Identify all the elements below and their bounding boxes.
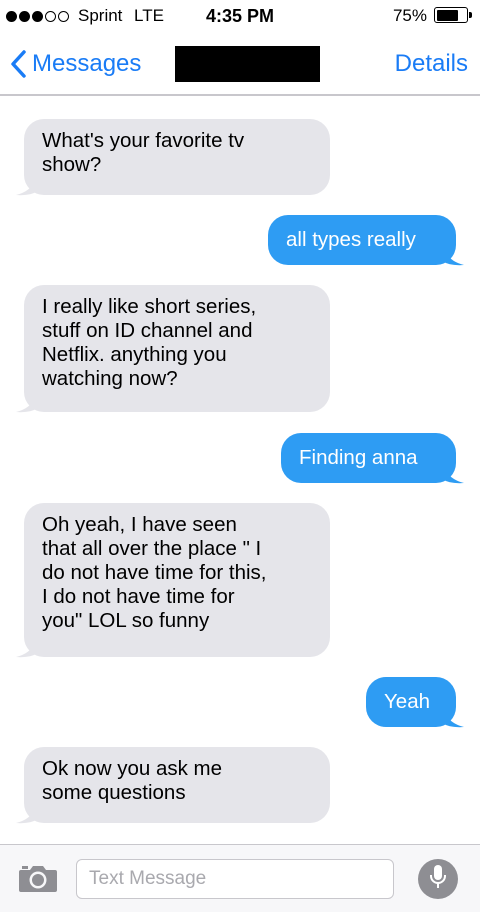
incoming-message-bubble[interactable]: Oh yeah, I have seen that all over the p… xyxy=(24,503,330,657)
message-line: I really like short series, xyxy=(42,295,257,318)
bubble-tail xyxy=(440,464,464,484)
chevron-left-icon xyxy=(10,50,26,78)
microphone-icon xyxy=(429,864,447,895)
bubble-tail xyxy=(440,708,464,728)
battery-icon xyxy=(434,7,468,23)
message-line: I do not have time for xyxy=(42,585,235,608)
message-line: show? xyxy=(42,153,102,176)
bubble-tail xyxy=(16,804,40,824)
text-message-input[interactable] xyxy=(76,859,394,899)
bubble-tail xyxy=(440,246,464,266)
redacted-contact-name xyxy=(175,46,320,82)
message-line: What's your favorite tv xyxy=(42,129,245,152)
message-line: Oh yeah, I have seen xyxy=(42,513,237,536)
message-line: that all over the place " I xyxy=(42,537,262,560)
back-button-label: Messages xyxy=(32,50,142,77)
incoming-message-bubble[interactable]: I really like short series, stuff on ID … xyxy=(24,285,330,412)
message-line: some questions xyxy=(42,781,186,804)
message-line: Yeah xyxy=(384,690,430,713)
message-composer xyxy=(0,844,480,912)
bubble-tail xyxy=(16,638,40,658)
message-line: all types really xyxy=(286,228,416,251)
message-line: Finding anna xyxy=(299,446,418,469)
message-line: do not have time for this, xyxy=(42,561,267,584)
navigation-bar: Messages Details xyxy=(0,34,480,96)
camera-icon xyxy=(18,866,58,897)
message-line: watching now? xyxy=(42,367,178,390)
bubble-tail xyxy=(16,393,40,413)
outgoing-message-bubble[interactable]: all types really xyxy=(268,215,456,265)
incoming-message-bubble[interactable]: Ok now you ask me some questions xyxy=(24,747,330,823)
message-line: you" LOL so funny xyxy=(42,609,210,632)
microphone-button[interactable] xyxy=(418,859,458,899)
status-bar: Sprint LTE 4:35 PM 75% xyxy=(0,0,480,34)
back-button[interactable]: Messages xyxy=(10,46,141,82)
message-line: Ok now you ask me xyxy=(42,757,223,780)
details-button[interactable]: Details xyxy=(395,50,468,78)
bubble-tail xyxy=(16,176,40,196)
outgoing-message-bubble[interactable]: Finding anna xyxy=(281,433,456,483)
camera-button[interactable] xyxy=(18,863,58,898)
battery-tip xyxy=(469,12,472,18)
message-line: stuff on ID channel and xyxy=(42,319,253,342)
battery-percentage: 75% xyxy=(392,6,427,25)
incoming-message-bubble[interactable]: What's your favorite tv show? xyxy=(24,119,330,195)
message-line: Netflix. anything you xyxy=(42,343,227,366)
